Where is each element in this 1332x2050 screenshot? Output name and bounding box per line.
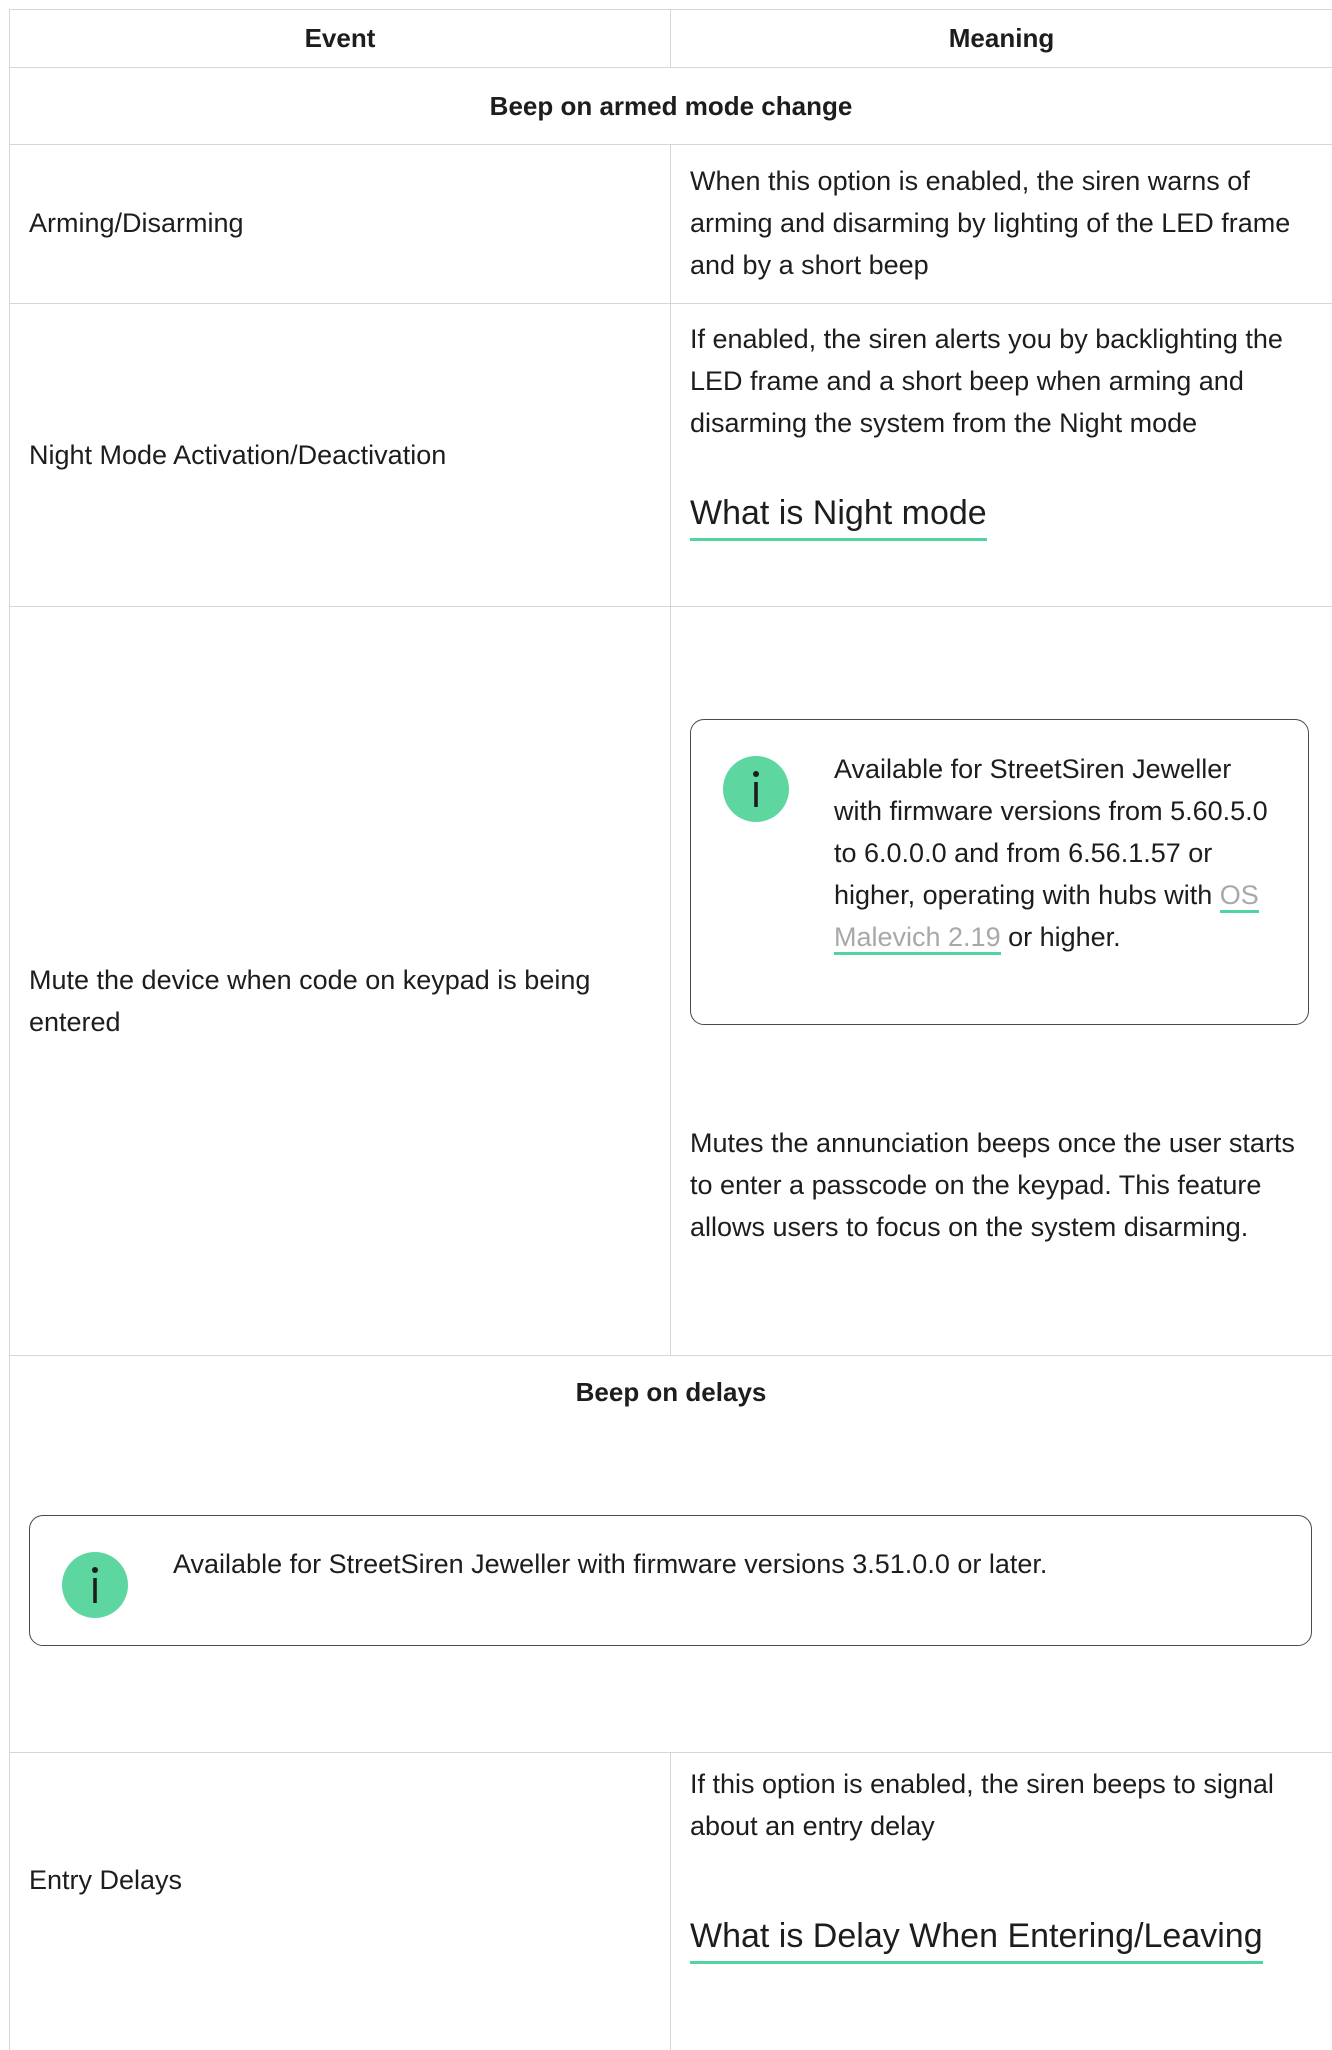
table-header-row: Event Meaning: [10, 10, 1332, 68]
header-cell-event: Event: [10, 10, 670, 67]
event-label-arming: Arming/Disarming: [29, 208, 244, 238]
event-cell-night: Night Mode Activation/Deactivation: [10, 304, 670, 606]
firmware-note-text: Available for StreetSiren Jeweller with …: [834, 748, 1274, 958]
meaning-cell-night: If enabled, the siren alerts you by back…: [670, 304, 1332, 606]
meaning-cell-arming: When this option is enabled, the siren w…: [670, 145, 1332, 303]
table-row-entry: Entry Delays If this option is enabled, …: [10, 1753, 1332, 2050]
firmware-note-box: Available for StreetSiren Jeweller with …: [690, 719, 1309, 1025]
header-cell-meaning: Meaning: [670, 10, 1332, 67]
delays-note-box: Available for StreetSiren Jeweller with …: [29, 1515, 1312, 1646]
info-icon: [723, 756, 789, 822]
event-label-mute: Mute the device when code on keypad is b…: [29, 965, 591, 1037]
table-row-arming: Arming/Disarming When this option is ena…: [10, 145, 1332, 304]
meaning-cell-mute: Available for StreetSiren Jeweller with …: [670, 607, 1332, 1355]
event-cell-mute: Mute the device when code on keypad is b…: [10, 607, 670, 1355]
group-cell-delays: Beep on delays Available for StreetSiren…: [10, 1356, 1332, 1752]
info-icon: [62, 1552, 128, 1618]
meaning-text-entry: If this option is enabled, the siren bee…: [690, 1769, 1274, 1841]
event-label-night: Night Mode Activation/Deactivation: [29, 440, 447, 470]
group-row-armed: Beep on armed mode change: [10, 68, 1332, 145]
table-row-night: Night Mode Activation/Deactivation If en…: [10, 304, 1332, 607]
group-cell-armed: Beep on armed mode change: [10, 68, 1332, 144]
night-mode-link[interactable]: What is Night mode: [690, 490, 987, 541]
header-event-label: Event: [304, 23, 376, 53]
event-label-entry: Entry Delays: [29, 1865, 183, 1895]
table-row-mute: Mute the device when code on keypad is b…: [10, 607, 1332, 1356]
group-row-delays: Beep on delays Available for StreetSiren…: [10, 1356, 1332, 1753]
events-table: Event Meaning Beep on armed mode change …: [9, 9, 1332, 2050]
event-cell-entry: Entry Delays: [10, 1753, 670, 2050]
header-meaning-label: Meaning: [948, 23, 1055, 53]
group-title-armed: Beep on armed mode change: [489, 90, 853, 121]
delays-note-text: Available for StreetSiren Jeweller with …: [173, 1549, 1048, 1579]
meaning-text-mute: Mutes the annunciation beeps once the us…: [690, 1128, 1295, 1242]
delay-info-link[interactable]: What is Delay When Entering/Leaving: [690, 1913, 1263, 1964]
meaning-text-arming: When this option is enabled, the siren w…: [690, 166, 1291, 280]
meaning-cell-entry: If this option is enabled, the siren bee…: [670, 1753, 1332, 2050]
group-title-delays: Beep on delays: [575, 1377, 767, 1407]
event-cell-arming: Arming/Disarming: [10, 145, 670, 303]
meaning-text-night: If enabled, the siren alerts you by back…: [690, 324, 1283, 438]
